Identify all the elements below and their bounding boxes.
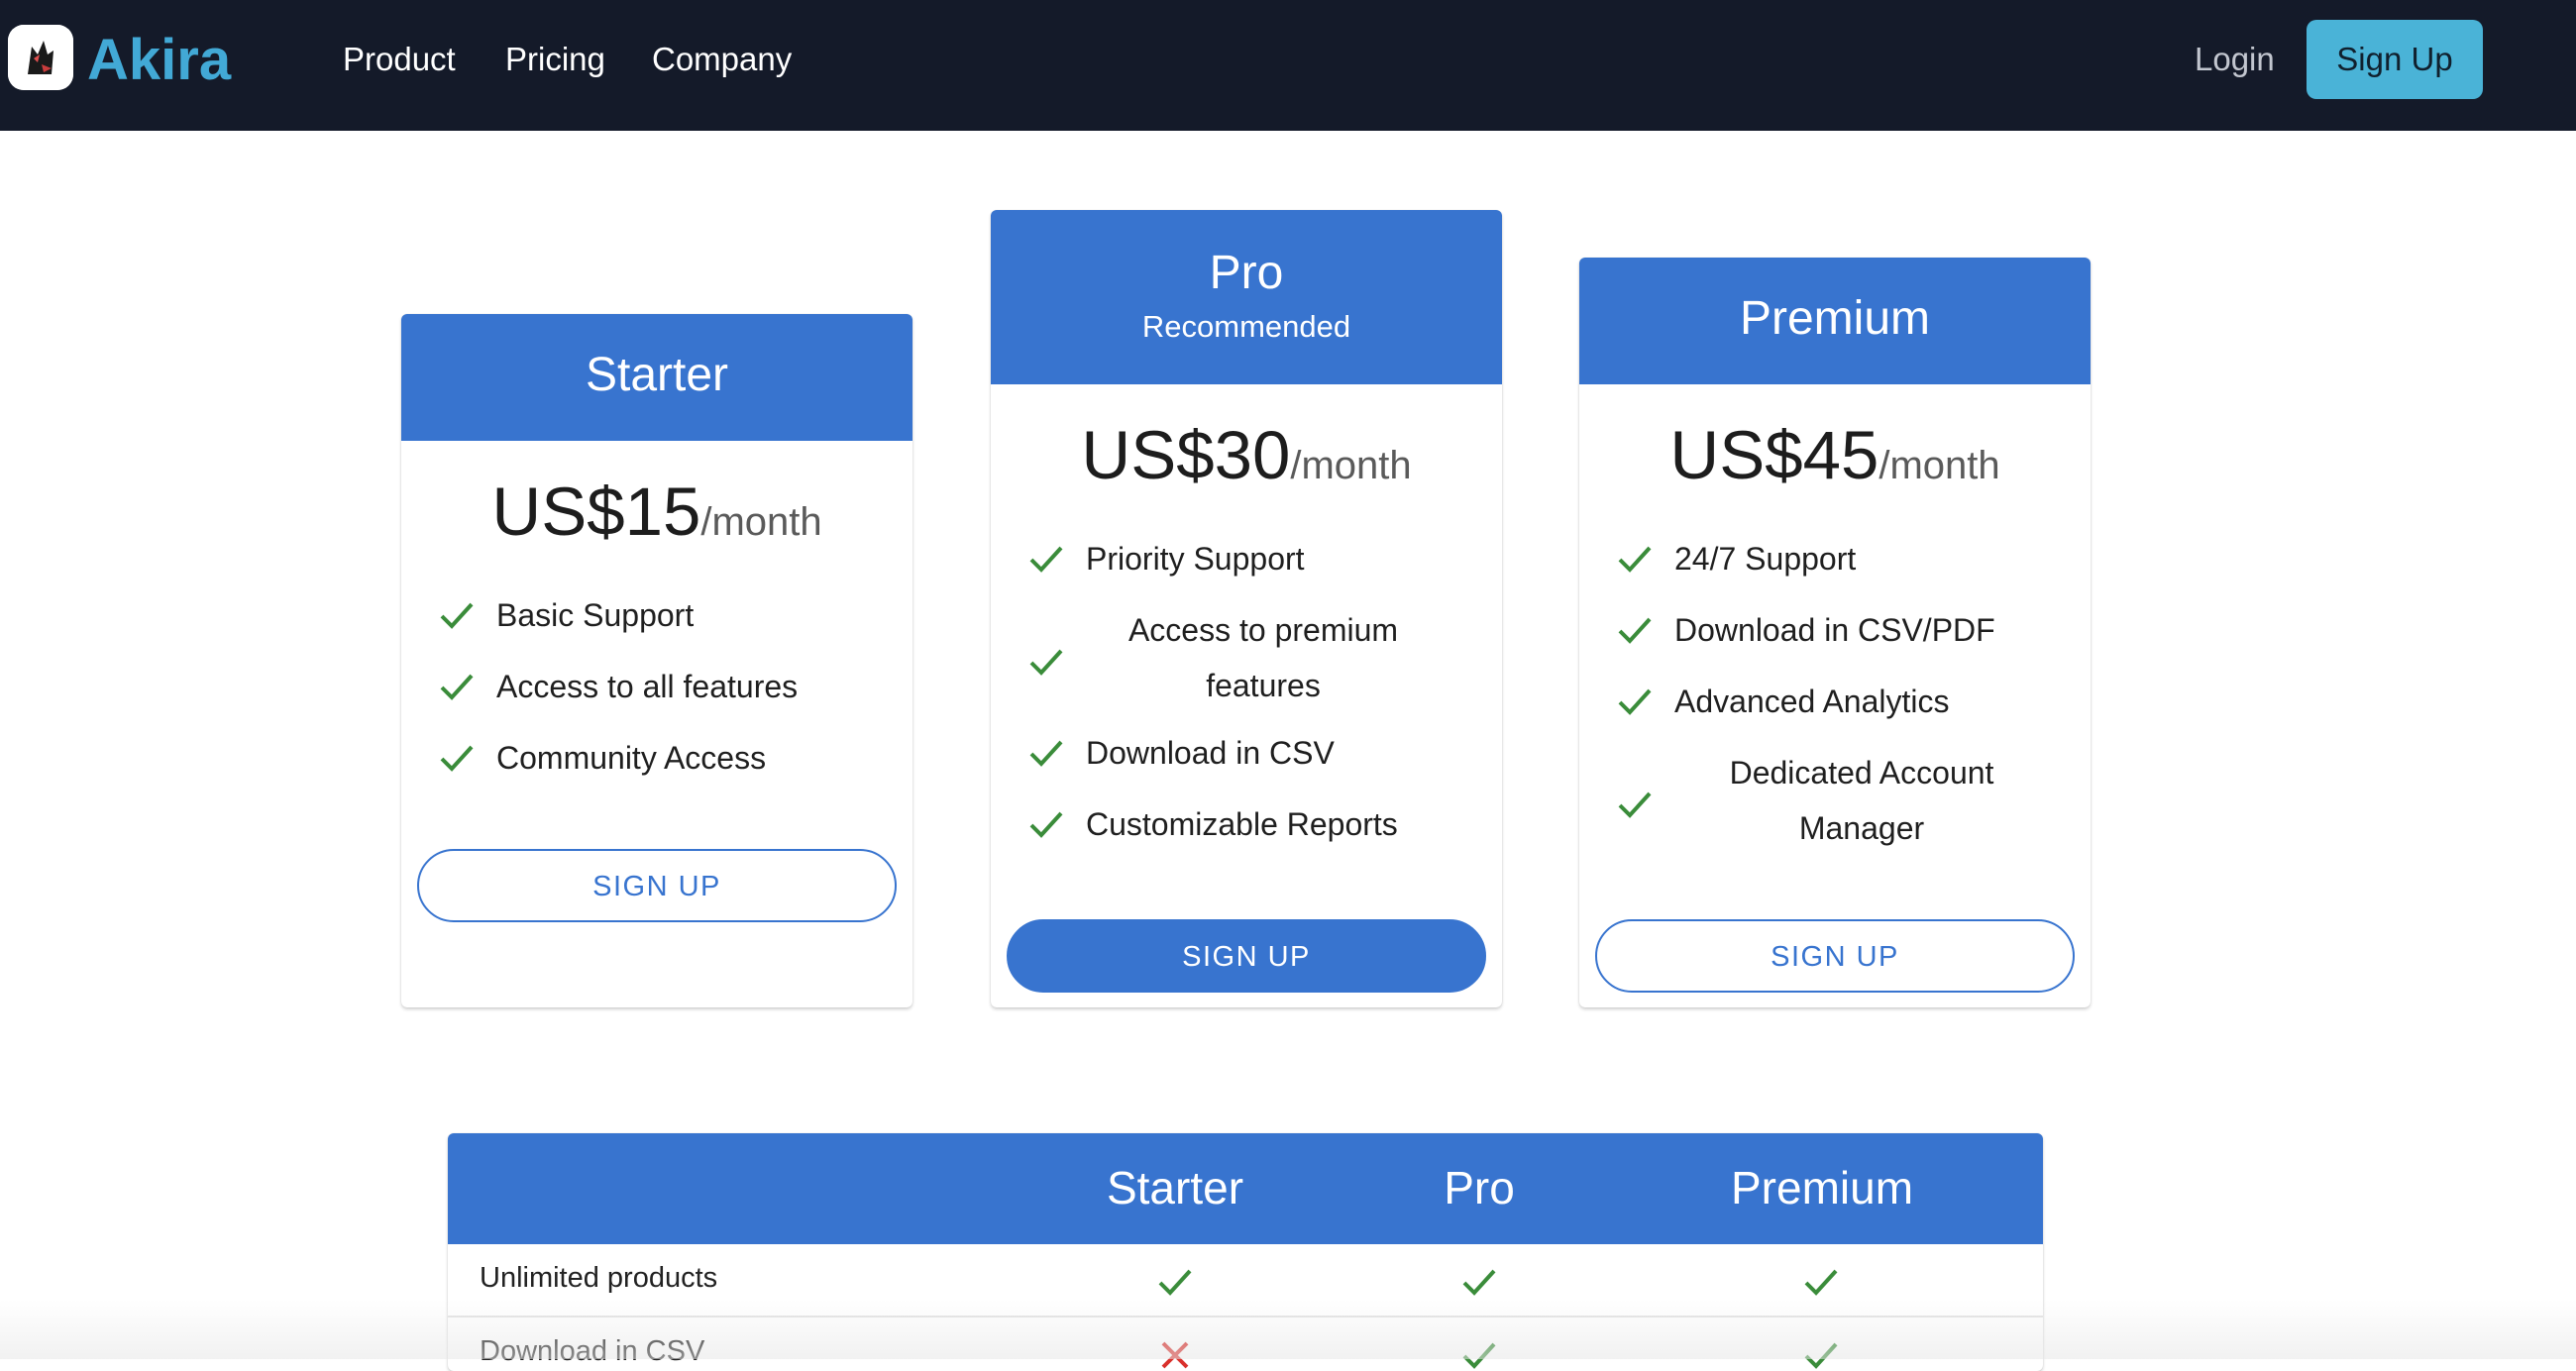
nav-link-product[interactable]: Product: [343, 36, 456, 83]
table-header: Starter Pro Premium: [448, 1133, 2043, 1244]
check-icon: [1029, 546, 1063, 573]
feature-text: Access to premium features: [1127, 612, 1399, 703]
starter-signup-button[interactable]: SIGN UP: [417, 849, 897, 922]
feature-text: Customizable Reports: [1086, 806, 1398, 842]
check-icon: [440, 745, 474, 772]
nav-link-company[interactable]: Company: [652, 36, 792, 83]
feature-text: Advanced Analytics: [1674, 684, 1950, 719]
check-icon: [1618, 791, 1652, 818]
column-header-starter: Starter: [1106, 1162, 1244, 1213]
check-icon: [1618, 688, 1652, 715]
plan-price: US$15/month: [401, 473, 912, 551]
column-header: [448, 1157, 1030, 1218]
login-link[interactable]: Login: [2195, 36, 2275, 83]
check-icon: [1462, 1269, 1496, 1296]
feature-text: Download in CSV/PDF: [1674, 612, 1995, 648]
check-icon: [1158, 1269, 1192, 1296]
plan-price: US$45/month: [1579, 416, 2091, 494]
feature-text: Basic Support: [496, 597, 695, 633]
check-icon: [1618, 617, 1652, 644]
check-icon: [1804, 1269, 1838, 1296]
recommended-label: Recommended: [1141, 309, 1351, 344]
column-header-pro: Pro: [1444, 1162, 1515, 1213]
price-amount: US$45: [1669, 417, 1879, 493]
nav-link-pricing[interactable]: Pricing: [505, 36, 605, 83]
check-icon: [1029, 811, 1063, 838]
plan-name: Pro: [1209, 247, 1284, 299]
pro-signup-button[interactable]: SIGN UP: [1007, 919, 1486, 993]
premium-signup-button[interactable]: SIGN UP: [1595, 919, 2075, 993]
wolf-logo-icon[interactable]: [8, 25, 73, 90]
check-icon: [440, 602, 474, 629]
plan-card-starter: Starter US$15/month Basic Support Access…: [401, 314, 912, 1007]
plan-header: Pro Recommended: [991, 210, 1502, 384]
bottom-fade: [0, 1300, 2576, 1359]
feature-text: Priority Support: [1086, 541, 1305, 577]
top-navbar: Akira Product Pricing Company Login Sign…: [0, 0, 2576, 131]
feature-text: Community Access: [496, 740, 767, 776]
brand-name[interactable]: Akira: [87, 24, 231, 97]
price-period: /month: [1878, 444, 2000, 487]
plan-header: Premium: [1579, 258, 2091, 384]
feature-text: 24/7 Support: [1674, 541, 1857, 577]
column-header-premium: Premium: [1730, 1162, 1914, 1213]
check-icon: [440, 674, 474, 700]
plan-name: Starter: [585, 349, 729, 401]
plan-name: Premium: [1739, 292, 1931, 345]
price-period: /month: [700, 500, 822, 544]
plan-card-pro: Pro Recommended US$30/month Priority Sup…: [991, 210, 1502, 1007]
check-icon: [1029, 649, 1063, 676]
plan-card-premium: Premium US$45/month 24/7 Support Downloa…: [1579, 258, 2091, 1007]
check-icon: [1029, 740, 1063, 767]
feature-text: Access to all features: [496, 669, 799, 704]
feature-text: Download in CSV: [1086, 735, 1335, 771]
price-amount: US$15: [491, 474, 701, 550]
price-period: /month: [1290, 444, 1412, 487]
plan-header: Starter: [401, 314, 912, 441]
price-amount: US$30: [1081, 417, 1291, 493]
check-icon: [1618, 546, 1652, 573]
feature-text: Dedicated Account Manager: [1729, 755, 1994, 846]
row-label: Unlimited products: [480, 1262, 718, 1294]
plan-price: US$30/month: [991, 416, 1502, 494]
nav-signup-button[interactable]: Sign Up: [2307, 20, 2483, 99]
